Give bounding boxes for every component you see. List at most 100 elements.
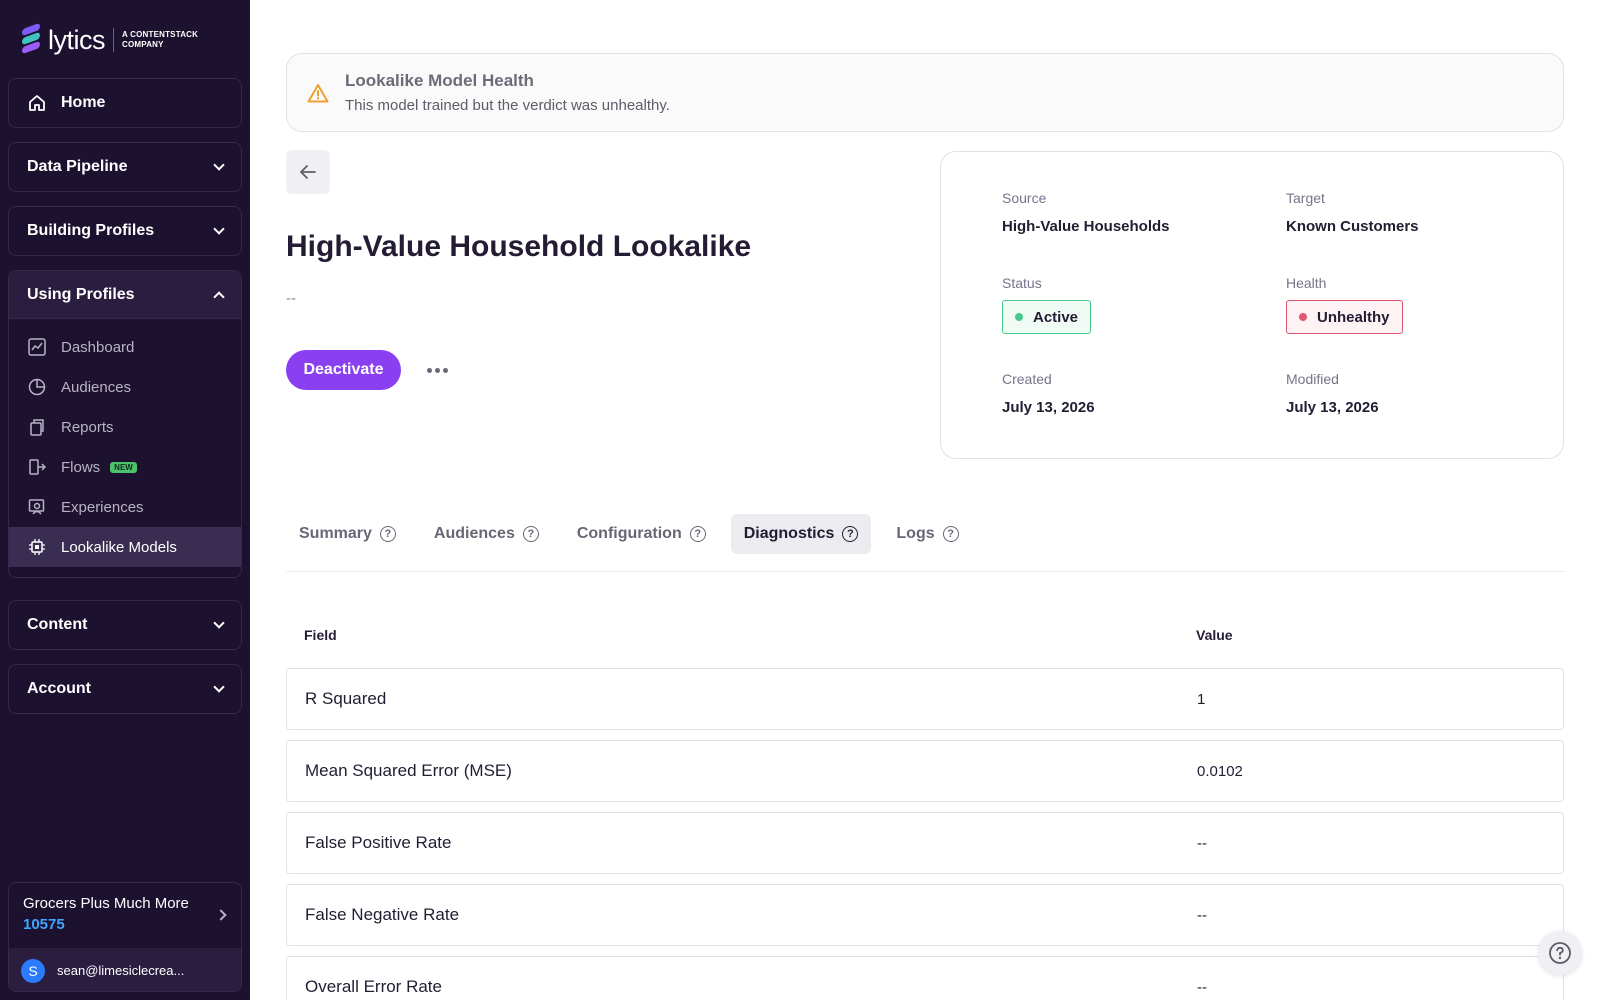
user-email: sean@limesiclecrea... — [57, 963, 185, 978]
tab-bar: Summary? Audiences? Configuration? Diagn… — [286, 514, 1564, 572]
model-info-card: Source High-Value Households Target Know… — [940, 151, 1564, 459]
nav-home[interactable]: Home — [8, 78, 242, 128]
help-circle-icon[interactable]: ? — [942, 526, 959, 542]
sidebar-item-experiences[interactable]: Experiences — [9, 487, 241, 527]
created-label: Created — [1002, 371, 1052, 387]
chevron-down-icon — [213, 223, 225, 235]
tab-logs[interactable]: Logs? — [883, 514, 971, 554]
nav-data-pipeline[interactable]: Data Pipeline — [8, 142, 242, 192]
lytics-logo[interactable]: lytics A CONTENTSTACK COMPANY — [22, 22, 199, 56]
back-button[interactable] — [286, 150, 330, 194]
health-field: Health Unhealthy — [1286, 275, 1403, 334]
row-value: 1 — [1197, 690, 1206, 708]
table-row: Mean Squared Error (MSE) 0.0102 — [286, 740, 1564, 802]
chart-icon — [27, 337, 47, 357]
alert-title: Lookalike Model Health — [345, 71, 534, 90]
modified-label: Modified — [1286, 371, 1339, 387]
chevron-up-icon — [213, 290, 225, 303]
nav-using-profiles: Using Profiles Dashboard Audiences Repor… — [8, 270, 242, 578]
user-menu[interactable]: S sean@limesiclecrea... — [9, 948, 241, 991]
health-badge: Unhealthy — [1286, 300, 1403, 334]
arrow-left-icon — [300, 165, 316, 179]
model-description: -- — [286, 290, 296, 307]
nav-using-profiles-header[interactable]: Using Profiles — [9, 271, 241, 319]
help-circle-icon[interactable]: ? — [379, 526, 396, 542]
sidebar-item-dashboard[interactable]: Dashboard — [9, 327, 241, 367]
account-id: 10575 — [23, 916, 65, 933]
nav-section-label: Using Profiles — [27, 285, 135, 303]
source-label: Source — [1002, 190, 1047, 206]
copy-icon — [27, 417, 47, 437]
status-dot-icon — [1015, 313, 1023, 321]
table-row: False Positive Rate -- — [286, 812, 1564, 874]
logo-tagline: A CONTENTSTACK COMPANY — [122, 30, 199, 49]
sidebar-item-label: Flows — [61, 458, 101, 476]
logo-mark-icon — [22, 22, 42, 55]
account-selector[interactable]: Grocers Plus Much More 10575 — [9, 883, 241, 948]
sidebar-item-label: Reports — [61, 418, 114, 436]
row-field: Overall Error Rate — [305, 977, 442, 996]
avatar: S — [21, 958, 45, 983]
sidebar-item-lookalike-models[interactable]: Lookalike Models — [9, 527, 241, 567]
tab-diagnostics[interactable]: Diagnostics? — [730, 514, 872, 554]
health-dot-icon — [1299, 313, 1307, 321]
target-value: Known Customers — [1286, 218, 1419, 235]
sidebar-item-reports[interactable]: Reports — [9, 407, 241, 447]
column-header-value: Value — [1196, 627, 1233, 643]
more-dot-icon — [426, 367, 432, 373]
tab-summary[interactable]: Summary? — [286, 514, 409, 554]
tab-label: Summary — [299, 525, 372, 542]
warning-icon — [307, 83, 329, 102]
more-dot-icon — [442, 367, 448, 373]
modified-value: July 13, 2026 — [1286, 399, 1379, 416]
status-label: Status — [1002, 275, 1042, 291]
tab-label: Diagnostics — [743, 525, 835, 542]
help-circle-icon[interactable]: ? — [689, 526, 706, 542]
nav-content[interactable]: Content — [8, 600, 242, 650]
health-value: Unhealthy — [1317, 308, 1390, 326]
row-field: Mean Squared Error (MSE) — [305, 761, 512, 780]
column-header-field: Field — [304, 627, 337, 643]
nav-section-label: Data Pipeline — [27, 158, 128, 175]
logo-wordmark: lytics — [48, 24, 106, 55]
tab-configuration[interactable]: Configuration? — [564, 514, 719, 554]
pie-icon — [27, 377, 47, 397]
help-circle-icon[interactable]: ? — [522, 526, 539, 542]
help-circle-icon[interactable]: ? — [842, 526, 859, 542]
health-alert: Lookalike Model Health This model traine… — [286, 53, 1564, 132]
row-value: -- — [1197, 978, 1207, 996]
status-field: Status Active — [1002, 275, 1092, 334]
target-label: Target — [1286, 190, 1325, 206]
table-row: False Negative Rate -- — [286, 884, 1564, 946]
help-circle-icon — [1549, 942, 1571, 964]
home-icon — [29, 95, 45, 111]
chip-icon — [27, 537, 47, 557]
page-title: High-Value Household Lookalike — [286, 230, 752, 263]
created-field: Created July 13, 2026 — [1002, 371, 1095, 416]
more-options-button[interactable] — [424, 360, 450, 380]
status-badge: Active — [1002, 300, 1092, 334]
row-field: False Negative Rate — [305, 905, 460, 924]
source-value: High-Value Households — [1002, 218, 1170, 235]
nav-section-label: Content — [27, 616, 88, 633]
deactivate-button[interactable]: Deactivate — [286, 350, 401, 390]
row-field: R Squared — [305, 689, 387, 708]
sidebar-item-audiences[interactable]: Audiences — [9, 367, 241, 407]
help-button[interactable] — [1538, 931, 1582, 975]
sidebar-item-label: Audiences — [61, 378, 132, 396]
row-value: -- — [1197, 834, 1207, 852]
sidebar-item-flows[interactable]: Flows NEW — [9, 447, 241, 487]
flow-icon — [27, 457, 47, 477]
sidebar-item-label: Experiences — [61, 498, 144, 516]
nav-account[interactable]: Account — [8, 664, 242, 714]
tab-label: Configuration — [576, 525, 682, 542]
modified-field: Modified July 13, 2026 — [1286, 371, 1379, 416]
nav-building-profiles[interactable]: Building Profiles — [8, 206, 242, 256]
created-value: July 13, 2026 — [1002, 399, 1095, 416]
row-value: 0.0102 — [1197, 762, 1243, 780]
account-switcher: Grocers Plus Much More 10575 S sean@lime… — [8, 882, 242, 992]
chevron-down-icon — [213, 617, 225, 629]
tab-audiences[interactable]: Audiences? — [421, 514, 552, 554]
table-row: R Squared 1 — [286, 668, 1564, 730]
nav-home-label: Home — [61, 94, 106, 111]
